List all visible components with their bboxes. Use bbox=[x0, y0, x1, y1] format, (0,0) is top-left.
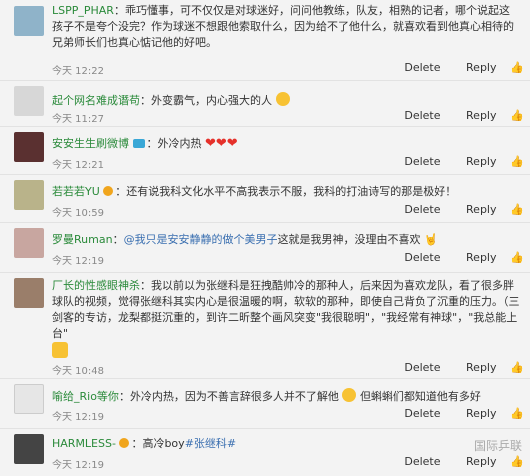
comment-item: 起个网名难成谮苟：外变霸气，内心强大的人 今天 11:27 Delete Rep… bbox=[0, 80, 530, 127]
like-icon[interactable]: 👍 bbox=[510, 109, 524, 122]
separator: ： bbox=[112, 233, 124, 246]
reply-button[interactable]: Reply bbox=[466, 61, 496, 74]
separator: ： bbox=[131, 437, 143, 450]
comment-username[interactable]: 厂长的性感眼神杀 bbox=[52, 279, 140, 292]
comment-time: 今天 10:48 bbox=[52, 366, 104, 377]
reply-button[interactable]: Reply bbox=[466, 251, 496, 264]
reply-button[interactable]: Reply bbox=[466, 407, 496, 420]
comment-time: 今天 12:21 bbox=[52, 160, 104, 171]
comment-text: 还有说我科文化水平不高我表示不服，我科的打油诗写的那是极好！ bbox=[126, 185, 457, 198]
comment-feed: LSPP_PHAR：乖巧懂事，可不仅仅是对球迷好，问问他教练，队友，相熟的记者，… bbox=[0, 0, 530, 476]
avatar[interactable] bbox=[14, 228, 44, 258]
comment-item: HARMLESS- ：高冷boy#张继科# 今天 12:19 Delete Re… bbox=[0, 428, 530, 476]
like-icon[interactable]: 👍 bbox=[510, 407, 524, 420]
comment-time: 今天 12:22 bbox=[52, 66, 104, 77]
comment-text-continued: 但蝌蝌们都知道他有多好 bbox=[359, 390, 481, 403]
comment-time: 今天 12:19 bbox=[52, 412, 104, 423]
comment-item: 若若若YU ：还有说我科文化水平不高我表示不服，我科的打油诗写的那是极好！ 今天… bbox=[0, 174, 530, 223]
reply-button[interactable]: Reply bbox=[466, 455, 496, 468]
comment-text: 外冷内热 bbox=[157, 137, 202, 150]
comment-actions: Delete Reply 👍 bbox=[382, 361, 524, 374]
smile-emoji-icon bbox=[342, 388, 357, 402]
heart-icon: ❤❤❤ bbox=[205, 136, 238, 151]
avatar[interactable] bbox=[14, 384, 44, 414]
mention-link[interactable]: @我只是安安静静的做个美男子 bbox=[124, 233, 278, 246]
dog-emoji-icon bbox=[52, 342, 68, 358]
separator: ： bbox=[113, 4, 125, 17]
comment-item: LSPP_PHAR：乖巧懂事，可不仅仅是对球迷好，问问他教练，队友，相熟的记者，… bbox=[0, 0, 530, 81]
reply-button[interactable]: Reply bbox=[466, 361, 496, 374]
comment-actions: Delete Reply 👍 bbox=[382, 109, 524, 122]
like-icon[interactable]: 👍 bbox=[510, 251, 524, 264]
comment-text: 外变霸气，内心强大的人 bbox=[151, 94, 272, 107]
delete-button[interactable]: Delete bbox=[404, 109, 440, 122]
comment-username[interactable]: 罗曼Ruman bbox=[52, 233, 113, 246]
comment-actions: Delete Reply 👍 bbox=[382, 407, 524, 420]
comment-item: 厂长的性感眼神杀：我以前以为张继科是狂拽酷帅冷的那种人，后来因为喜欢龙队，看了很… bbox=[0, 272, 530, 379]
avatar[interactable] bbox=[14, 278, 44, 308]
separator: ： bbox=[146, 137, 158, 150]
comment-username[interactable]: HARMLESS- bbox=[52, 437, 116, 450]
comment-text: 高冷boy bbox=[142, 437, 185, 450]
comment-item: 喻给_Rio等你：外冷内热，因为不善言辞很多人并不了解他 但蝌蝌们都知道他有多好… bbox=[0, 378, 530, 429]
comment-time: 今天 12:19 bbox=[52, 256, 104, 267]
comment-username[interactable]: 若若若YU bbox=[52, 185, 100, 198]
hashtag-link[interactable]: #张继科# bbox=[185, 437, 236, 450]
comment-username[interactable]: 起个网名难成谮苟 bbox=[52, 94, 140, 107]
delete-button[interactable]: Delete bbox=[404, 455, 440, 468]
vip-icon bbox=[103, 186, 114, 196]
comment-item: 安安生生刷微博 ：外冷内热 ❤❤❤ 今天 12:21 Delete Reply … bbox=[0, 126, 530, 175]
delete-button[interactable]: Delete bbox=[404, 407, 440, 420]
delete-button[interactable]: Delete bbox=[404, 251, 440, 264]
comment-text: 这就是我男神，没理由不喜欢 bbox=[277, 233, 421, 246]
avatar[interactable] bbox=[14, 86, 44, 116]
watermark: 国际乒联 bbox=[473, 439, 522, 453]
reply-button[interactable]: Reply bbox=[466, 155, 496, 168]
smile-emoji-icon bbox=[275, 92, 290, 106]
vip-icon bbox=[119, 438, 130, 448]
comment-time: 今天 10:59 bbox=[52, 208, 104, 219]
separator: ： bbox=[140, 279, 151, 292]
camera-icon bbox=[132, 139, 145, 148]
comment-text: 外冷内热，因为不善言辞很多人并不了解他 bbox=[129, 390, 339, 403]
rock-hand-emoji-icon: 🤘 bbox=[424, 233, 438, 246]
comment-username[interactable]: 安安生生刷微博 bbox=[52, 137, 129, 150]
avatar[interactable] bbox=[14, 132, 44, 162]
comment-actions: Delete Reply 👍 bbox=[382, 155, 524, 168]
separator: ： bbox=[115, 185, 127, 198]
separator: ： bbox=[140, 94, 151, 107]
comment-actions: Delete Reply 👍 bbox=[382, 251, 524, 264]
comment-actions: Delete Reply 👍 bbox=[382, 61, 524, 74]
avatar[interactable] bbox=[14, 180, 44, 210]
comment-item: 罗曼Ruman：@我只是安安静静的做个美男子这就是我男神，没理由不喜欢 🤘 今天… bbox=[0, 222, 530, 273]
like-icon[interactable]: 👍 bbox=[510, 155, 524, 168]
delete-button[interactable]: Delete bbox=[404, 155, 440, 168]
delete-button[interactable]: Delete bbox=[404, 203, 440, 216]
like-icon[interactable]: 👍 bbox=[510, 361, 524, 374]
like-icon[interactable]: 👍 bbox=[510, 203, 524, 216]
avatar[interactable] bbox=[14, 6, 44, 36]
comment-actions: Delete Reply 👍 bbox=[382, 455, 524, 468]
reply-button[interactable]: Reply bbox=[466, 109, 496, 122]
delete-button[interactable]: Delete bbox=[404, 361, 440, 374]
delete-button[interactable]: Delete bbox=[404, 61, 440, 74]
comment-username[interactable]: 喻给_Rio等你 bbox=[52, 390, 119, 403]
comment-username[interactable]: LSPP_PHAR bbox=[52, 4, 114, 17]
comment-actions: Delete Reply 👍 bbox=[382, 203, 524, 216]
separator: ： bbox=[118, 390, 130, 403]
avatar[interactable] bbox=[14, 434, 44, 464]
comment-time: 今天 11:27 bbox=[52, 114, 104, 125]
reply-button[interactable]: Reply bbox=[466, 203, 496, 216]
comment-time: 今天 12:19 bbox=[52, 460, 104, 471]
like-icon[interactable]: 👍 bbox=[510, 455, 524, 468]
like-icon[interactable]: 👍 bbox=[510, 61, 524, 74]
